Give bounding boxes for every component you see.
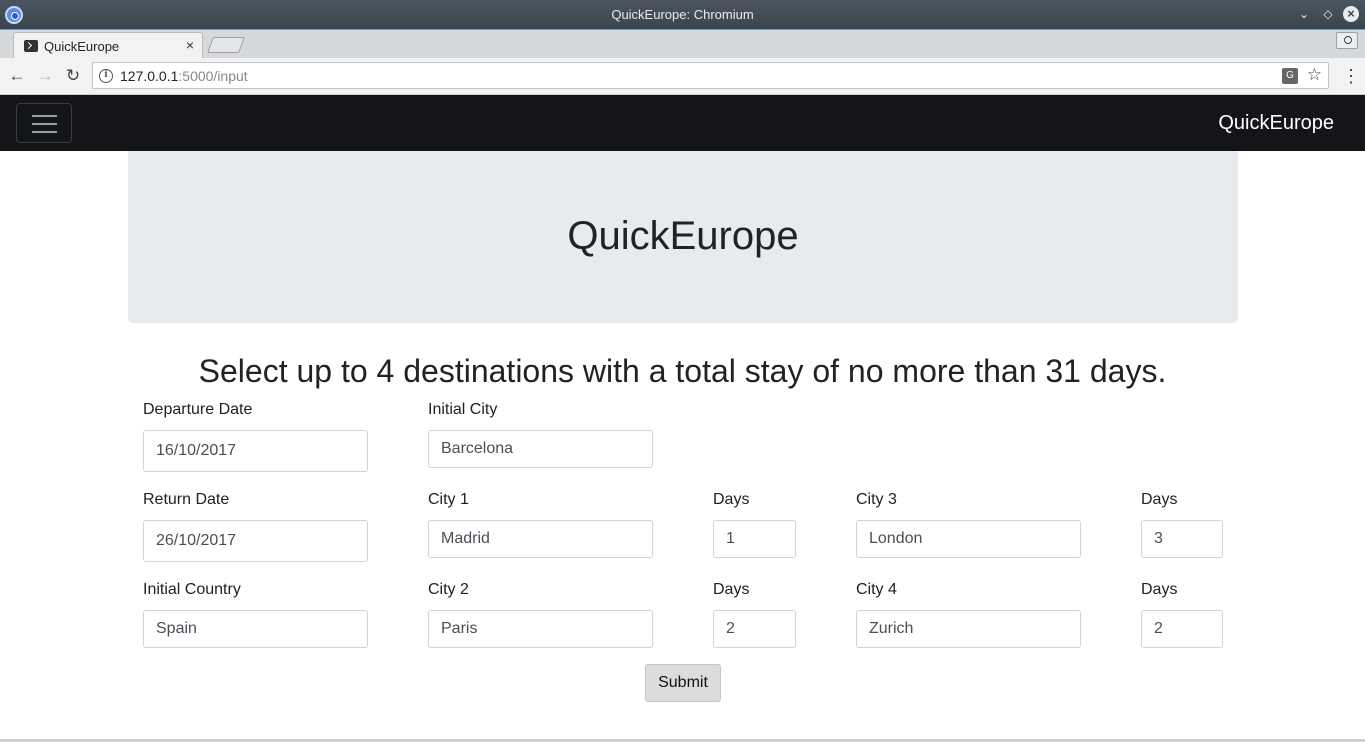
initial-country-field[interactable]: Spain [143, 610, 368, 648]
city-1-field[interactable]: Madrid [428, 520, 653, 558]
initial-city-field[interactable]: Barcelona [428, 430, 653, 468]
city-2-days-label: Days [713, 581, 750, 598]
city-3-days-field[interactable]: 3 [1141, 520, 1223, 558]
window-titlebar: QuickEurope: Chromium ⌄ ◇ × [0, 0, 1365, 29]
initial-city-label: Initial City [428, 401, 498, 418]
tab-quickeurope[interactable]: QuickEurope × [13, 32, 203, 59]
profile-icon[interactable] [1336, 32, 1358, 49]
instructions-text: Select up to 4 destinations with a total… [198, 353, 1167, 389]
city-2-label: City 2 [428, 581, 469, 598]
browser-toolbar: ← → ↻ i 127.0.0.1:5000/input G ☆ ⋮ [0, 58, 1365, 95]
translate-icon[interactable]: G [1282, 68, 1298, 84]
city-4-days-label: Days [1141, 581, 1178, 598]
city-4-days-field[interactable]: 2 [1141, 610, 1223, 648]
city-4-field[interactable]: Zurich [856, 610, 1081, 648]
terminal-favicon-icon [24, 40, 38, 52]
initial-country-label: Initial Country [143, 581, 241, 598]
app-navbar: QuickEurope [0, 95, 1365, 151]
city-2-days-field[interactable]: 2 [713, 610, 796, 648]
address-bar[interactable]: i 127.0.0.1:5000/input G ☆ [92, 62, 1329, 89]
city-1-days-label: Days [713, 491, 750, 508]
minimize-icon[interactable]: ⌄ [1296, 6, 1312, 22]
city-1-days-field[interactable]: 1 [713, 520, 796, 558]
navbar-brand[interactable]: QuickEurope [1218, 112, 1334, 135]
hamburger-line-icon [32, 131, 57, 133]
new-tab-button[interactable] [207, 37, 245, 53]
departure-date-field[interactable]: 16/10/2017 [143, 430, 368, 472]
bookmark-star-icon[interactable]: ☆ [1307, 65, 1322, 85]
hamburger-line-icon [32, 123, 57, 125]
window-title: QuickEurope: Chromium [611, 7, 754, 22]
site-info-icon[interactable]: i [99, 69, 113, 83]
page-title: QuickEurope [567, 214, 799, 258]
browser-menu-icon[interactable]: ⋮ [1342, 65, 1360, 87]
city-4-label: City 4 [856, 581, 897, 598]
back-arrow-icon[interactable]: ← [7, 66, 27, 86]
city-1-label: City 1 [428, 491, 469, 508]
tab-strip: QuickEurope × [0, 29, 1365, 59]
forward-arrow-icon[interactable]: → [35, 66, 55, 86]
tab-close-icon[interactable]: × [186, 37, 194, 53]
hamburger-line-icon [32, 115, 57, 117]
reload-icon[interactable]: ↻ [63, 66, 83, 86]
close-window-icon[interactable]: × [1343, 6, 1359, 22]
departure-date-label: Departure Date [143, 401, 253, 418]
maximize-icon[interactable]: ◇ [1320, 6, 1336, 22]
return-date-field[interactable]: 26/10/2017 [143, 520, 368, 562]
city-3-label: City 3 [856, 491, 897, 508]
tab-title: QuickEurope [44, 39, 120, 54]
city-3-days-label: Days [1141, 491, 1178, 508]
city-3-field[interactable]: London [856, 520, 1081, 558]
submit-button[interactable]: Submit [645, 664, 721, 702]
hamburger-menu-button[interactable] [16, 103, 72, 143]
city-2-field[interactable]: Paris [428, 610, 653, 648]
jumbotron: QuickEurope [128, 151, 1238, 323]
url-text: 127.0.0.1:5000/input [120, 68, 248, 84]
return-date-label: Return Date [143, 491, 230, 508]
